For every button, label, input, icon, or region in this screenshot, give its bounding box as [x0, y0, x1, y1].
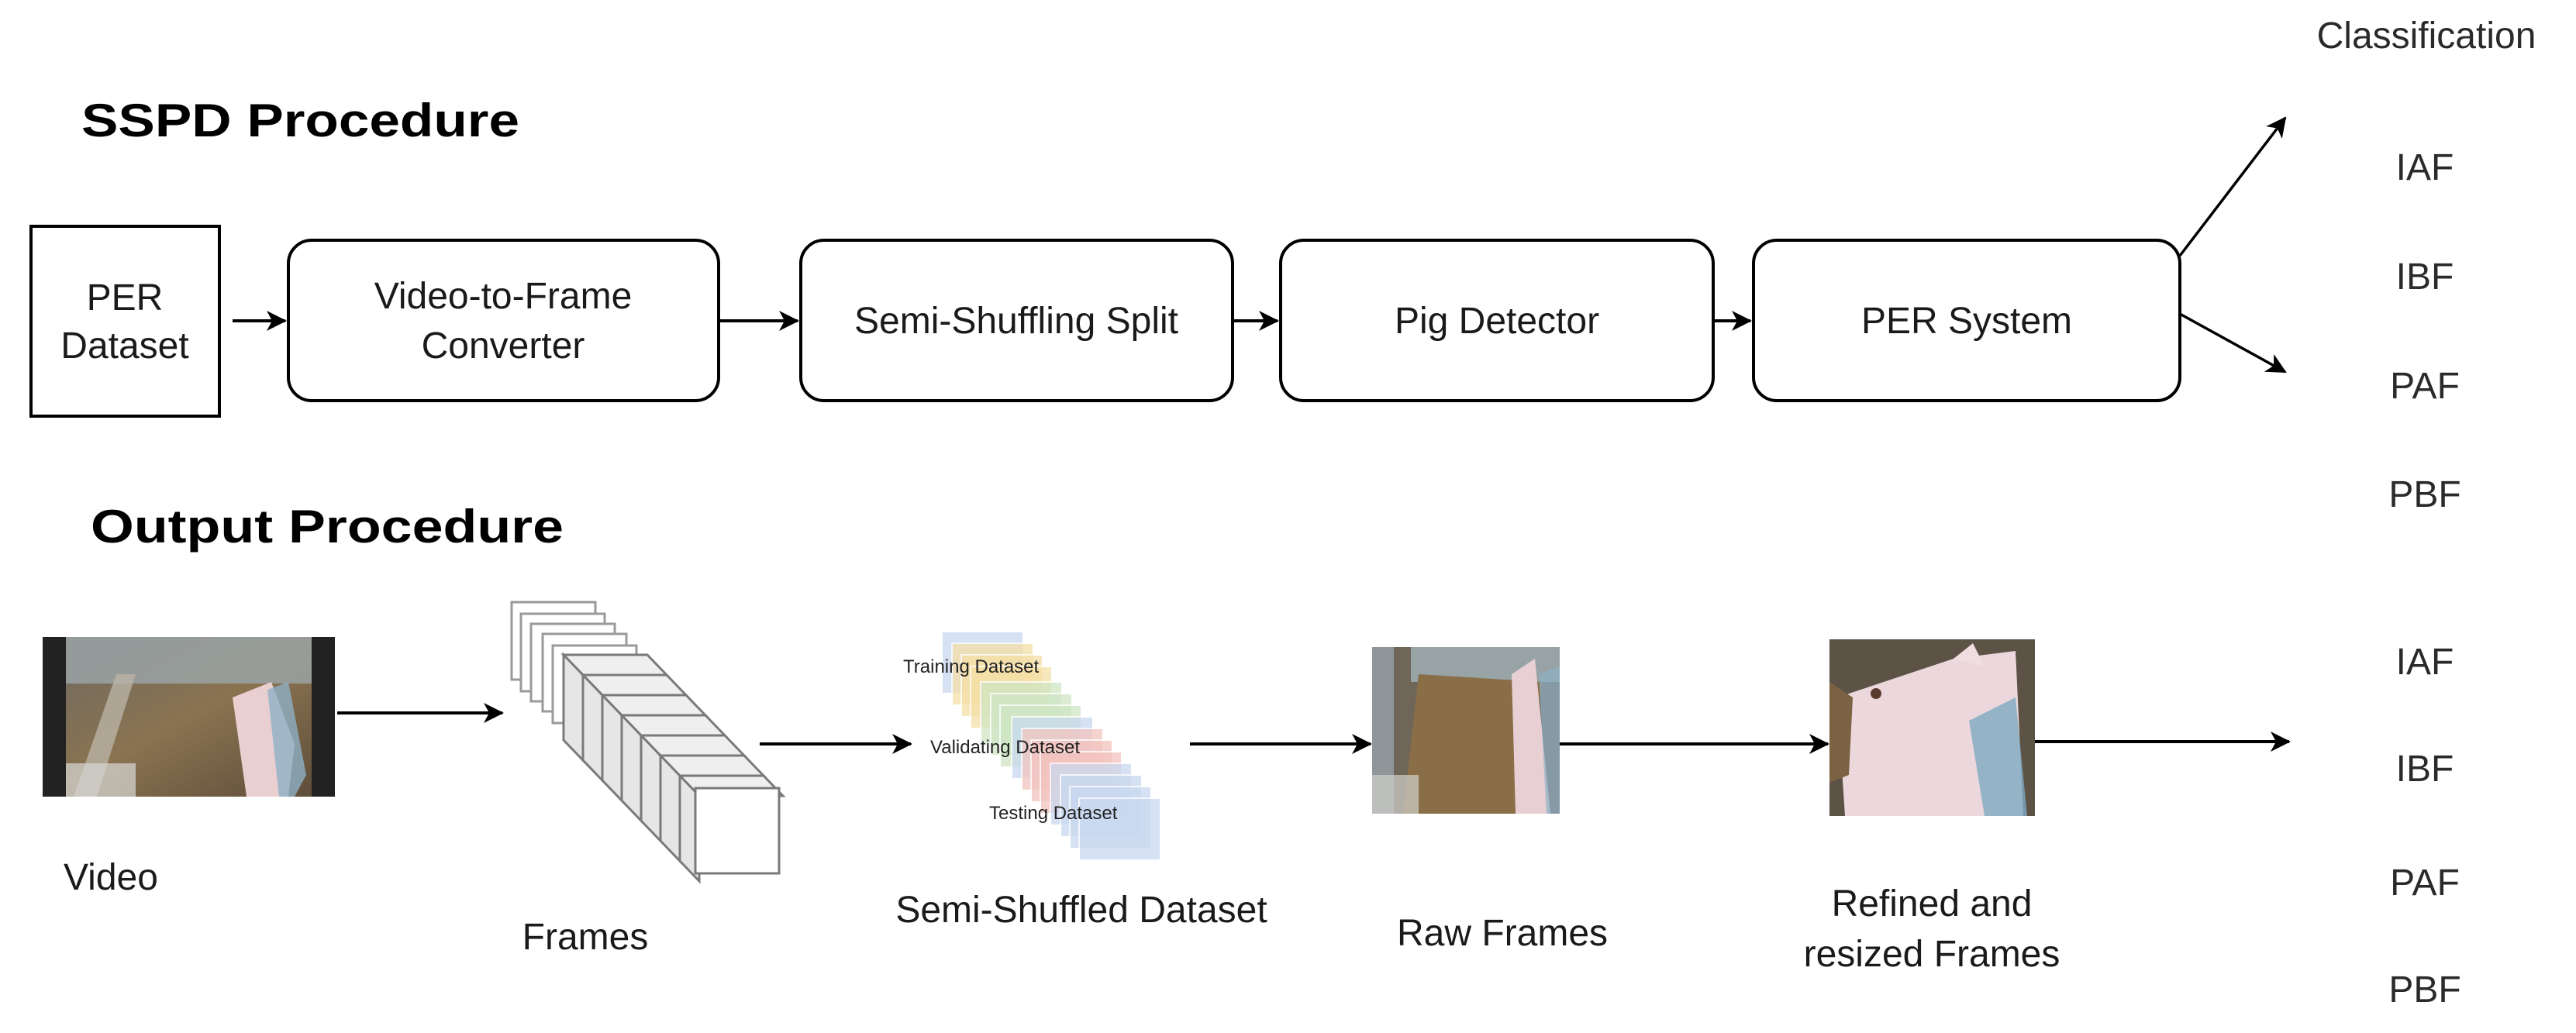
arrow-branch-down [2179, 312, 2287, 374]
step-per-system-label: PER System [1861, 301, 2072, 342]
class-label-paf-bottom: PAF [2390, 863, 2460, 904]
training-dataset-label: Training Dataset [903, 656, 1040, 677]
frame-slice-side [659, 752, 681, 864]
frames-label: Frames [522, 917, 649, 958]
step-split-label: Semi-Shuffling Split [854, 301, 1178, 342]
class-label-paf-top: PAF [2390, 366, 2460, 407]
frames-stack [510, 601, 786, 884]
frame-slice-side [620, 712, 643, 824]
class-label-iaf-top: IAF [2396, 147, 2454, 188]
output-title: Output Procedure [91, 501, 564, 553]
class-label-pbf-top: PBF [2388, 474, 2460, 515]
video-thumbnail[interactable] [43, 637, 335, 797]
video-label: Video [64, 857, 158, 898]
frame-slice-side [601, 692, 623, 804]
step-converter-line1: Video-to-Frame [374, 276, 633, 317]
frame-slice-side [581, 672, 604, 783]
step-detector-label: Pig Detector [1395, 301, 1599, 342]
step-per-dataset[interactable]: PER Dataset [29, 225, 221, 418]
step-per-system[interactable]: PER System [1752, 239, 2181, 402]
class-label-ibf-bottom: IBF [2396, 749, 2454, 790]
pipeline-diagram: SSPD Procedure PER Dataset Video-to-Fram… [29, 15, 2536, 1011]
class-label-pbf-bottom: PBF [2388, 969, 2460, 1011]
raw-frames-label: Raw Frames [1397, 913, 1608, 954]
testing-dataset-label: Testing Dataset [989, 803, 1118, 824]
sspd-title: SSPD Procedure [81, 95, 519, 146]
step-converter-line2: Converter [422, 325, 585, 367]
raw-frame-image[interactable] [1372, 647, 1560, 814]
classification-header: Classification [2317, 15, 2536, 57]
class-label-iaf-bottom: IAF [2396, 642, 2454, 683]
step-pig-detector[interactable]: Pig Detector [1279, 239, 1715, 402]
semi-shuffled-dataset-label: Semi-Shuffled Dataset [895, 890, 1267, 931]
class-label-ibf-top: IBF [2396, 257, 2454, 298]
step-semi-shuffling-split[interactable]: Semi-Shuffling Split [799, 239, 1234, 402]
step-video-to-frame-converter[interactable]: Video-to-Frame Converter [287, 239, 720, 402]
frame-front [694, 787, 781, 875]
frame-slice-side [640, 732, 662, 844]
arrow-branch-up [2178, 116, 2287, 257]
validating-dataset-label: Validating Dataset [930, 737, 1080, 758]
refined-frame-image[interactable] [1829, 639, 2035, 816]
frame-slice-side [562, 652, 585, 763]
refined-label-line2: resized Frames [1804, 934, 2060, 975]
step-per-dataset-line2: Dataset [60, 325, 188, 367]
step-per-dataset-line1: PER [87, 277, 164, 319]
refined-label-line1: Refined and [1832, 883, 2033, 925]
